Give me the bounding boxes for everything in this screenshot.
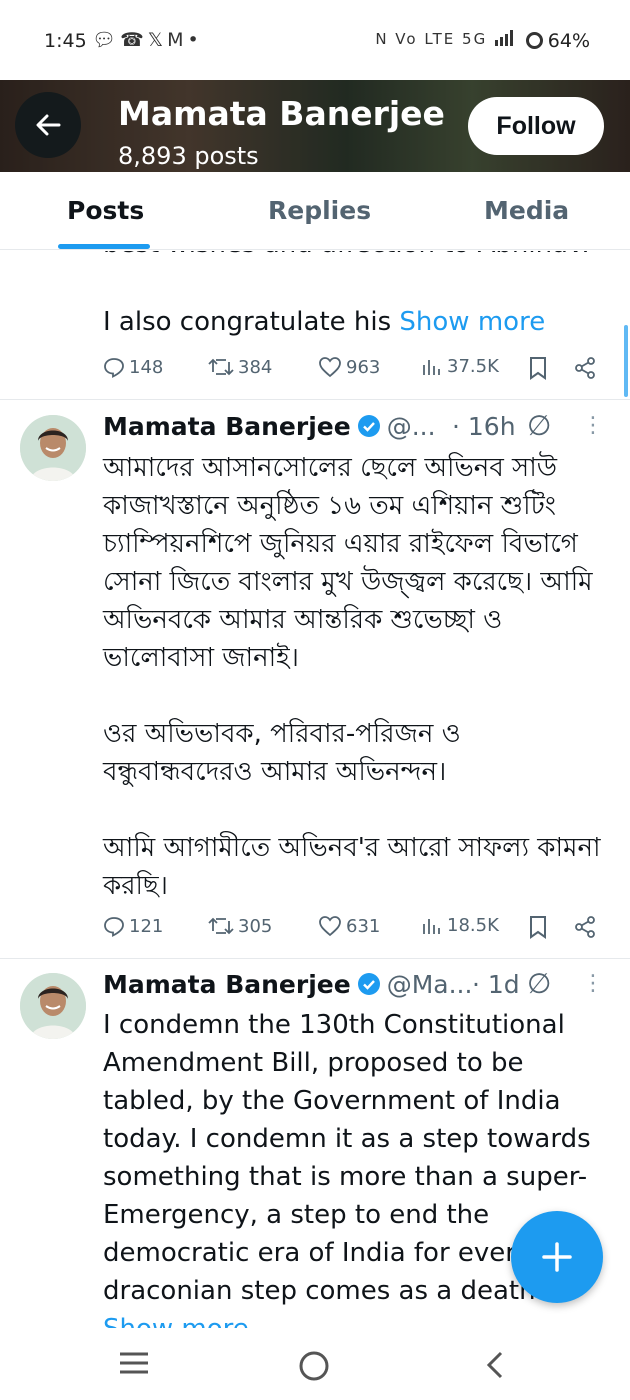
share-button[interactable] bbox=[573, 915, 597, 939]
repost-button[interactable]: 384 bbox=[208, 356, 272, 378]
status-time: 1:45 bbox=[44, 30, 87, 52]
tweet-actions: 148 384 963 37.5K bbox=[103, 356, 603, 386]
repost-icon bbox=[208, 917, 234, 935]
bookmark-button[interactable] bbox=[528, 356, 548, 380]
more-options-icon[interactable]: ⋮ bbox=[582, 971, 604, 996]
show-more-link[interactable]: Show more bbox=[103, 1314, 249, 1328]
menu-lines-icon bbox=[120, 1352, 148, 1374]
scrollbar[interactable] bbox=[624, 325, 628, 397]
avatar[interactable] bbox=[20, 415, 86, 481]
arrow-left-icon bbox=[36, 114, 61, 136]
more-options-icon[interactable]: ⋮ bbox=[582, 413, 604, 438]
like-button[interactable]: 963 bbox=[318, 356, 380, 378]
status-bar: 1:45 💬︎☎︎𝕏M• N Vo LTE 5G 64% bbox=[0, 0, 630, 80]
timeline-feed[interactable]: best wishes and affection to Abhinav. I … bbox=[0, 251, 630, 1328]
heart-icon bbox=[319, 916, 341, 937]
plus-icon bbox=[542, 1242, 572, 1272]
tweet-header: Mamata Banerjee @... bbox=[103, 412, 436, 446]
tweet-time: · 1d bbox=[472, 970, 520, 999]
signal-icon bbox=[495, 30, 513, 46]
battery-indicator: 64% bbox=[525, 30, 590, 52]
network-icons: N Vo LTE 5G bbox=[375, 30, 514, 48]
tweet-text: আমাদের আসানসোলের ছেলে অভিনব সাউ কাজাখস্ত… bbox=[103, 453, 601, 901]
share-button[interactable] bbox=[573, 356, 597, 380]
tab-replies[interactable]: Replies bbox=[268, 196, 371, 225]
bookmark-icon bbox=[530, 916, 546, 939]
share-icon bbox=[575, 357, 595, 379]
author-name[interactable]: Mamata Banerjee bbox=[103, 412, 351, 441]
chat-bubble-icon: 💬︎ bbox=[92, 29, 121, 51]
tweet-header: Mamata Banerjee @Ma... bbox=[103, 970, 472, 1004]
repost-icon bbox=[208, 358, 234, 376]
chevron-left-icon bbox=[486, 1351, 503, 1379]
system-back-button[interactable] bbox=[484, 1350, 506, 1380]
author-handle[interactable]: @... bbox=[387, 412, 436, 441]
reply-button[interactable]: 121 bbox=[103, 915, 163, 937]
recent-apps-button[interactable] bbox=[118, 1350, 150, 1376]
bookmark-button[interactable] bbox=[528, 915, 548, 939]
reply-icon bbox=[104, 358, 124, 378]
show-more-link[interactable]: Show more bbox=[399, 307, 545, 337]
tweet-time: · 16h bbox=[452, 412, 516, 441]
back-button[interactable] bbox=[15, 92, 81, 158]
bookmark-icon bbox=[530, 357, 546, 380]
views-chart-icon bbox=[423, 359, 440, 375]
grok-icon[interactable]: ∅ bbox=[527, 967, 551, 1000]
profile-photo bbox=[20, 973, 86, 1039]
system-nav-bar bbox=[0, 1328, 630, 1400]
reply-button[interactable]: 148 bbox=[103, 356, 163, 378]
post-count: 8,893 posts bbox=[118, 142, 259, 170]
verified-badge-icon bbox=[357, 415, 380, 437]
tweet-divider bbox=[0, 958, 630, 959]
tweet-text: I also congratulate his Show more bbox=[103, 307, 546, 337]
profile-photo bbox=[20, 415, 86, 481]
tab-media[interactable]: Media bbox=[484, 196, 569, 225]
battery-icon bbox=[525, 32, 543, 49]
compose-post-button[interactable] bbox=[511, 1211, 603, 1303]
share-icon bbox=[575, 916, 595, 938]
tweet-divider bbox=[0, 399, 630, 400]
home-button[interactable] bbox=[298, 1350, 330, 1382]
views-chart-icon bbox=[423, 918, 440, 934]
like-button[interactable]: 631 bbox=[318, 915, 380, 937]
profile-tabs: Posts Replies Media bbox=[0, 172, 630, 250]
gmail-icon: M bbox=[167, 29, 188, 51]
heart-icon bbox=[319, 357, 341, 378]
active-tab-indicator bbox=[58, 244, 150, 249]
notification-icons: 💬︎☎︎𝕏M• bbox=[92, 28, 203, 51]
x-logo-icon: 𝕏 bbox=[147, 29, 168, 51]
author-name[interactable]: Mamata Banerjee bbox=[103, 970, 351, 999]
tweet-actions: 121 305 631 18.5K bbox=[103, 915, 603, 945]
views-button[interactable]: 37.5K bbox=[421, 356, 499, 377]
avatar[interactable] bbox=[20, 973, 86, 1039]
home-circle-icon bbox=[299, 1351, 329, 1381]
whatsapp-icon: ☎︎ bbox=[120, 29, 148, 51]
dot-icon: • bbox=[187, 29, 203, 51]
profile-name: Mamata Banerjee bbox=[118, 94, 445, 133]
tab-posts[interactable]: Posts bbox=[67, 196, 144, 225]
profile-header: Mamata Banerjee 8,893 posts Follow bbox=[0, 80, 630, 172]
tweet-text-cut: best wishes and affection to Abhinav. bbox=[103, 251, 590, 259]
verified-badge-icon bbox=[357, 973, 380, 995]
reply-icon bbox=[104, 917, 124, 937]
repost-button[interactable]: 305 bbox=[208, 915, 272, 937]
views-button[interactable]: 18.5K bbox=[421, 915, 499, 936]
grok-icon[interactable]: ∅ bbox=[527, 409, 551, 442]
follow-button[interactable]: Follow bbox=[468, 97, 604, 155]
author-handle[interactable]: @Ma... bbox=[387, 970, 473, 999]
